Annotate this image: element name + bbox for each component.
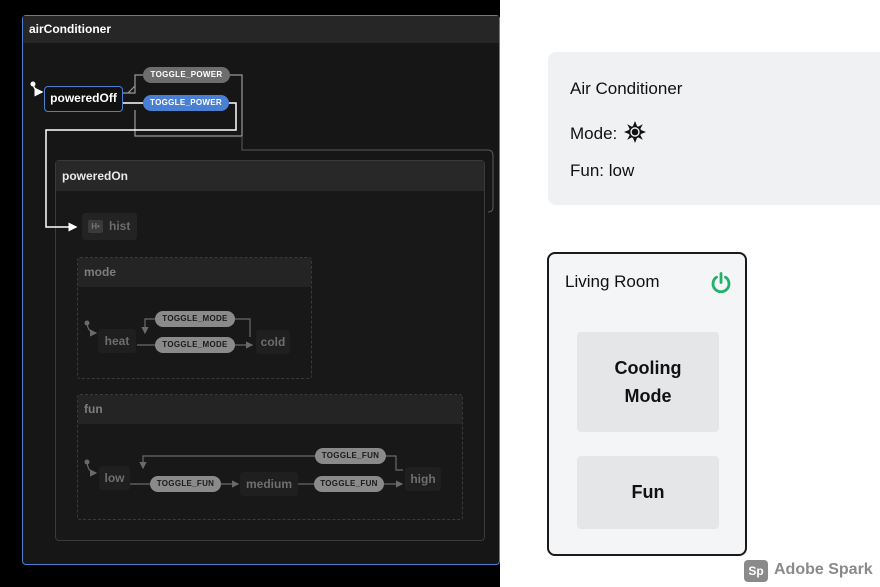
- cooling-mode-button[interactable]: Cooling Mode: [577, 332, 719, 432]
- event-toggle-power-on[interactable]: TOGGLE_POWER: [143, 95, 229, 111]
- state-medium[interactable]: medium: [240, 472, 298, 496]
- living-room-card: Living Room Cooling Mode Fun: [547, 252, 747, 556]
- power-icon[interactable]: [709, 271, 733, 295]
- event-toggle-fun-low-medium[interactable]: TOGGLE_FUN: [150, 476, 221, 492]
- state-high[interactable]: high: [405, 467, 441, 491]
- info-mode: Mode:: [570, 121, 646, 144]
- state-poweredOff[interactable]: poweredOff: [44, 86, 123, 112]
- state-heat[interactable]: heat: [98, 329, 136, 353]
- event-toggle-mode-top[interactable]: TOGGLE_MODE: [155, 311, 235, 327]
- fun-button[interactable]: Fun: [577, 456, 719, 529]
- air-conditioner-info-card: Air Conditioner Mode: Fun: low: [548, 52, 880, 205]
- state-low[interactable]: low: [99, 466, 130, 490]
- statechart-visualizer: airConditioner poweredOn H• hist mode fu…: [0, 0, 500, 587]
- event-toggle-mode-bottom[interactable]: TOGGLE_MODE: [155, 337, 235, 353]
- event-toggle-fun-back[interactable]: TOGGLE_FUN: [315, 448, 386, 464]
- event-toggle-fun-medium-high[interactable]: TOGGLE_FUN: [314, 476, 384, 492]
- spark-logo-icon: Sp: [744, 560, 768, 582]
- info-mode-label: Mode:: [570, 124, 618, 143]
- state-cold[interactable]: cold: [256, 330, 290, 354]
- room-title: Living Room: [565, 272, 660, 291]
- brand-name: Adobe Spark: [774, 561, 873, 578]
- event-toggle-power-self[interactable]: TOGGLE_POWER: [143, 67, 230, 83]
- sun-icon: [623, 121, 646, 143]
- info-fun: Fun: low: [570, 161, 635, 180]
- info-title: Air Conditioner: [570, 79, 683, 98]
